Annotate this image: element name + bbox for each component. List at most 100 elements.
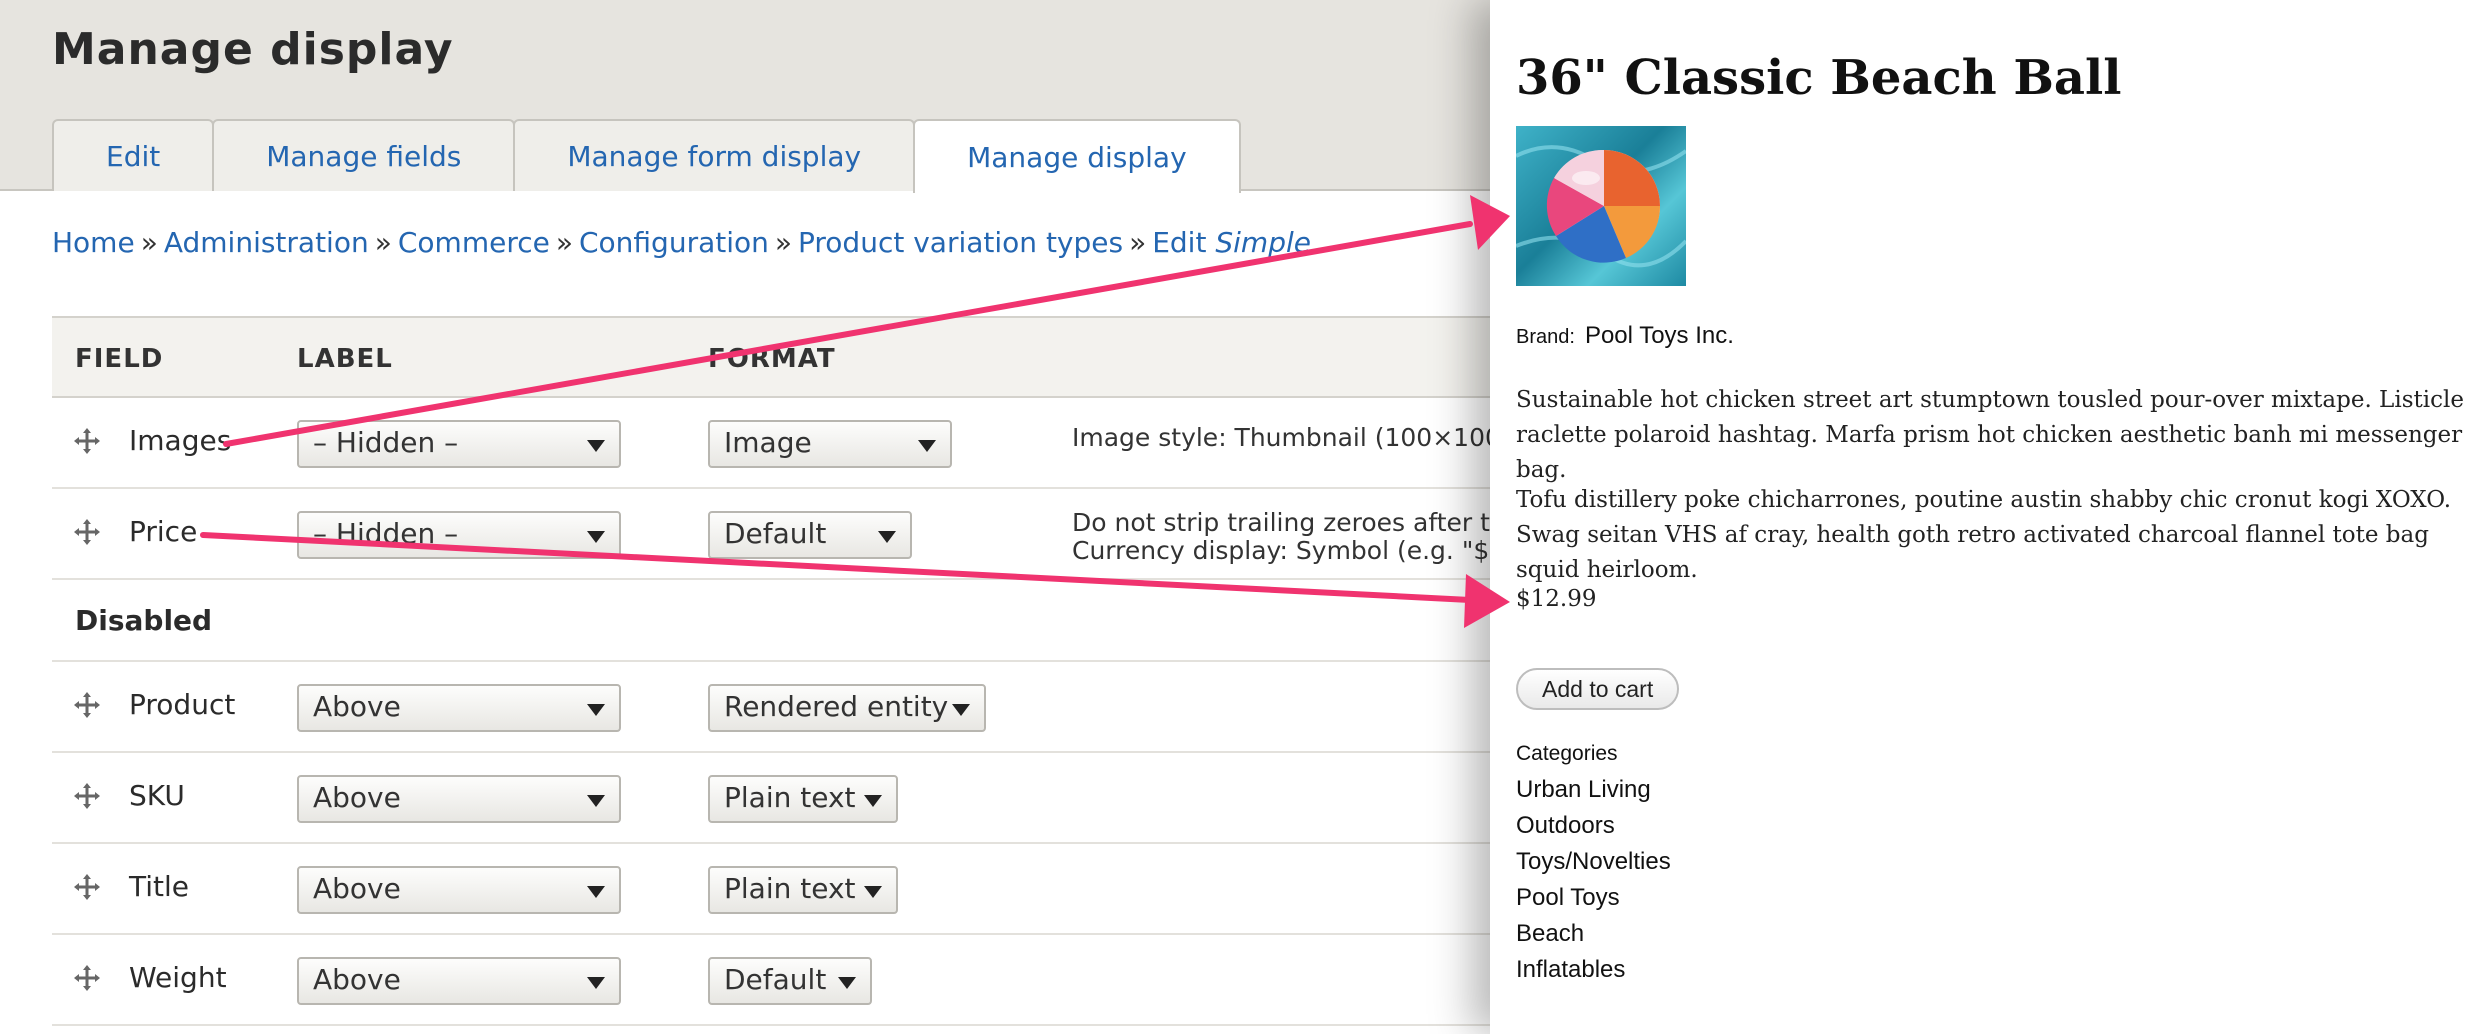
- product-preview-panel: 36" Classic Beach Ball Brand: Pool Toys I…: [1490, 0, 2492, 1034]
- breadcrumb-separator: »: [1129, 226, 1147, 259]
- region-title: Disabled: [75, 604, 213, 637]
- chevron-down-icon: [918, 440, 936, 452]
- page-title: Manage display: [52, 24, 454, 75]
- label-select[interactable]: Above: [297, 775, 621, 823]
- tab-label: Manage form display: [567, 139, 862, 173]
- chevron-down-icon: [587, 704, 605, 716]
- format-select[interactable]: Image: [708, 420, 952, 468]
- breadcrumb-edit-bundle: Simple: [1215, 226, 1311, 259]
- table-row-sku: SKU Above Plain text: [52, 753, 1490, 844]
- chevron-down-icon: [587, 440, 605, 452]
- label-select-value: – Hidden –: [313, 517, 459, 550]
- breadcrumb-link-edit-simple[interactable]: Edit Simple: [1152, 226, 1311, 259]
- category-link[interactable]: Outdoors: [1516, 808, 1671, 844]
- format-select[interactable]: Rendered entity: [708, 684, 986, 732]
- drag-handle-icon[interactable]: [72, 517, 102, 547]
- breadcrumb-link-configuration[interactable]: Configuration: [579, 226, 769, 259]
- column-header-field: FIELD: [75, 344, 164, 374]
- breadcrumb-link-home[interactable]: Home: [52, 226, 135, 259]
- drag-handle-icon[interactable]: [72, 872, 102, 902]
- drag-handle-icon[interactable]: [72, 781, 102, 811]
- format-select[interactable]: Default: [708, 511, 912, 559]
- label-select[interactable]: Above: [297, 866, 621, 914]
- breadcrumb-separator: »: [140, 226, 158, 259]
- category-link[interactable]: Inflatables: [1516, 952, 1671, 988]
- label-select-value: Above: [313, 690, 401, 723]
- breadcrumb-separator: »: [774, 226, 793, 259]
- field-name: Price: [129, 515, 198, 548]
- summary-line: Do not strip trailing zeroes after the: [1072, 508, 1490, 537]
- format-select[interactable]: Plain text: [708, 866, 898, 914]
- field-name: Images: [129, 424, 232, 457]
- label-select[interactable]: – Hidden –: [297, 420, 621, 468]
- table-header: FIELD LABEL FORMAT: [52, 316, 1490, 398]
- add-to-cart-button[interactable]: Add to cart: [1516, 668, 1680, 710]
- format-select-value: Default: [724, 517, 827, 550]
- label-select[interactable]: Above: [297, 957, 621, 1005]
- categories-list: Urban Living Outdoors Toys/Novelties Poo…: [1516, 772, 1671, 988]
- table-row-images: Images – Hidden – Image Image style: Thu…: [52, 398, 1490, 489]
- format-summary: Do not strip trailing zeroes after the C…: [1072, 509, 1490, 565]
- format-select-value: Plain text: [724, 781, 856, 814]
- breadcrumb-link-commerce[interactable]: Commerce: [398, 226, 550, 259]
- label-select[interactable]: – Hidden –: [297, 511, 621, 559]
- tab-edit[interactable]: Edit: [52, 119, 215, 191]
- tab-label: Manage fields: [266, 139, 462, 173]
- tab-manage-form-display[interactable]: Manage form display: [513, 119, 916, 191]
- category-link[interactable]: Urban Living: [1516, 772, 1671, 808]
- chevron-down-icon: [587, 795, 605, 807]
- categories-label: Categories: [1516, 742, 1618, 765]
- breadcrumb-link-product-variation-types[interactable]: Product variation types: [798, 226, 1123, 259]
- label-select-value: Above: [313, 781, 401, 814]
- breadcrumb: Home» Administration» Commerce» Configurati…: [52, 226, 1311, 259]
- brand-label: Brand:: [1516, 326, 1575, 348]
- chevron-down-icon: [864, 795, 882, 807]
- format-summary: Image style: Thumbnail (100×100): [1072, 424, 1490, 452]
- label-select-value: Above: [313, 963, 401, 996]
- tab-manage-display[interactable]: Manage display: [913, 119, 1241, 193]
- column-header-format: FORMAT: [708, 344, 836, 374]
- field-display-table: FIELD LABEL FORMAT Images – Hidden – Ima…: [52, 316, 1490, 1026]
- tab-manage-fields[interactable]: Manage fields: [212, 119, 516, 191]
- chevron-down-icon: [952, 704, 970, 716]
- brand-value: Pool Toys Inc.: [1584, 322, 1734, 349]
- format-select-value: Plain text: [724, 872, 856, 905]
- product-title: 36" Classic Beach Ball: [1516, 50, 2122, 106]
- summary-line: Currency display: Symbol (e.g. "$").: [1072, 536, 1490, 565]
- tab-label: Manage display: [967, 140, 1187, 174]
- column-header-label: LABEL: [297, 344, 393, 374]
- drag-handle-icon[interactable]: [72, 963, 102, 993]
- chevron-down-icon: [878, 531, 896, 543]
- primary-tabs: Edit Manage fields Manage form display M…: [52, 119, 1241, 193]
- label-select[interactable]: Above: [297, 684, 621, 732]
- breadcrumb-edit-prefix: Edit: [1152, 226, 1207, 259]
- chevron-down-icon: [838, 977, 856, 989]
- chevron-down-icon: [587, 531, 605, 543]
- page-header: Manage display Edit Manage fields Manage…: [0, 0, 1490, 193]
- field-name: SKU: [129, 779, 185, 812]
- table-row-price: Price – Hidden – Default Do not strip tr…: [52, 489, 1490, 580]
- field-name: Weight: [129, 961, 227, 994]
- label-select-value: – Hidden –: [313, 426, 459, 459]
- format-select[interactable]: Default: [708, 957, 872, 1005]
- admin-page: Manage display Edit Manage fields Manage…: [0, 0, 1490, 1034]
- label-select-value: Above: [313, 872, 401, 905]
- breadcrumb-link-administration[interactable]: Administration: [164, 226, 369, 259]
- drag-handle-icon[interactable]: [72, 690, 102, 720]
- tab-label: Edit: [106, 139, 161, 173]
- chevron-down-icon: [587, 977, 605, 989]
- product-brand: Brand: Pool Toys Inc.: [1516, 322, 1734, 350]
- format-select-value: Image: [724, 426, 812, 459]
- format-select[interactable]: Plain text: [708, 775, 898, 823]
- product-description-paragraph: Sustainable hot chicken street art stump…: [1516, 387, 2464, 483]
- breadcrumb-separator: »: [374, 226, 392, 259]
- drag-handle-icon[interactable]: [72, 426, 102, 456]
- chevron-down-icon: [587, 886, 605, 898]
- chevron-down-icon: [864, 886, 882, 898]
- summary-line: Image style: Thumbnail (100×100): [1072, 423, 1490, 452]
- category-link[interactable]: Toys/Novelties: [1516, 844, 1671, 880]
- format-select-value: Default: [724, 963, 827, 996]
- category-link[interactable]: Pool Toys: [1516, 880, 1671, 916]
- category-link[interactable]: Beach: [1516, 916, 1671, 952]
- product-price: $12.99: [1516, 586, 1597, 612]
